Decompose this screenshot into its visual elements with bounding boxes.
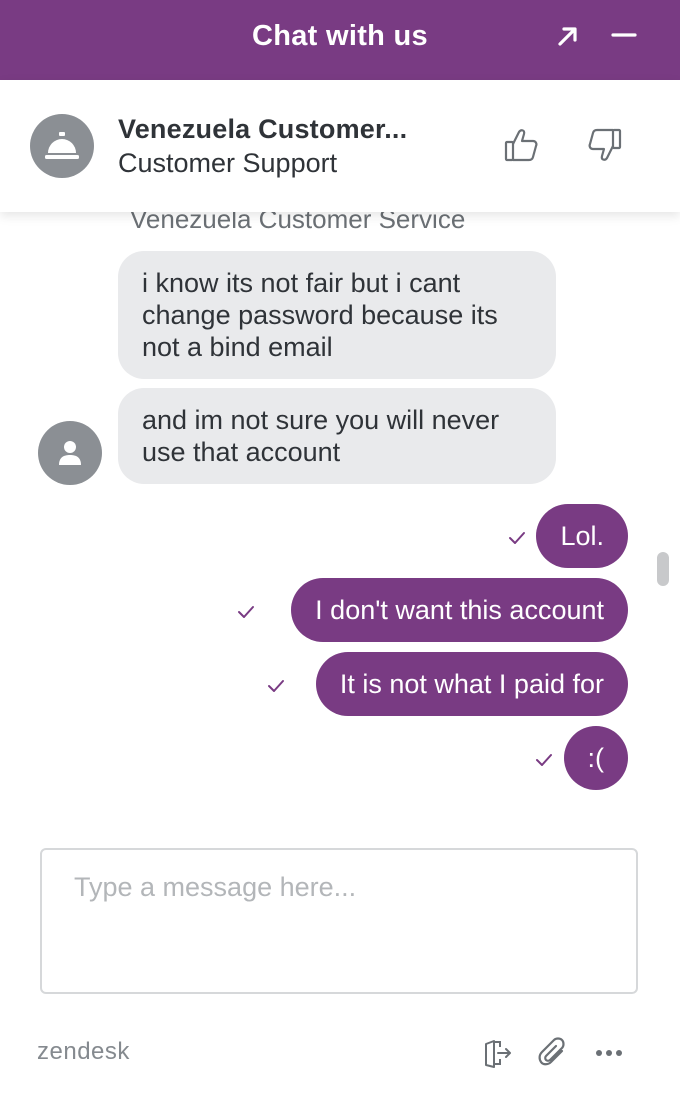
paperclip-icon[interactable] <box>536 1036 570 1070</box>
service-bell-icon <box>30 114 94 178</box>
sender-name: Venezuela Customer Service <box>130 212 466 234</box>
zendesk-logo[interactable]: zendesk <box>37 1038 130 1066</box>
incoming-message: and im not sure you will never use that … <box>118 388 556 484</box>
user-avatar-icon <box>38 421 102 485</box>
message-input-container <box>40 848 638 994</box>
agent-role: Customer Support <box>118 148 338 178</box>
message-input[interactable] <box>42 850 636 992</box>
checkmark-icon <box>238 606 254 618</box>
thumbs-up-icon[interactable] <box>500 124 542 166</box>
outgoing-message: It is not what I paid for <box>315 652 628 716</box>
outgoing-message: Lol. <box>536 504 628 568</box>
exit-door-icon[interactable] <box>480 1036 514 1070</box>
outgoing-message: :( <box>563 726 628 790</box>
minus-icon[interactable] <box>608 20 640 52</box>
incoming-message: i know its not fair but i cant change pa… <box>118 251 556 379</box>
arrow-up-right-icon[interactable] <box>552 20 584 52</box>
checkmark-icon <box>509 532 525 544</box>
agent-name: Venezuela Customer... <box>118 114 408 144</box>
thumbs-down-icon[interactable] <box>584 124 626 166</box>
scrollbar-thumb[interactable] <box>657 552 669 586</box>
ellipsis-icon[interactable] <box>592 1036 626 1070</box>
checkmark-icon <box>536 754 552 766</box>
checkmark-icon <box>268 680 284 692</box>
chat-titlebar: Chat with us <box>0 0 680 80</box>
message-list[interactable]: Venezuela Customer Service i know its no… <box>0 212 680 822</box>
outgoing-message: I don't want this account <box>291 578 628 642</box>
agent-header: Venezuela Customer... Customer Support <box>0 80 680 212</box>
